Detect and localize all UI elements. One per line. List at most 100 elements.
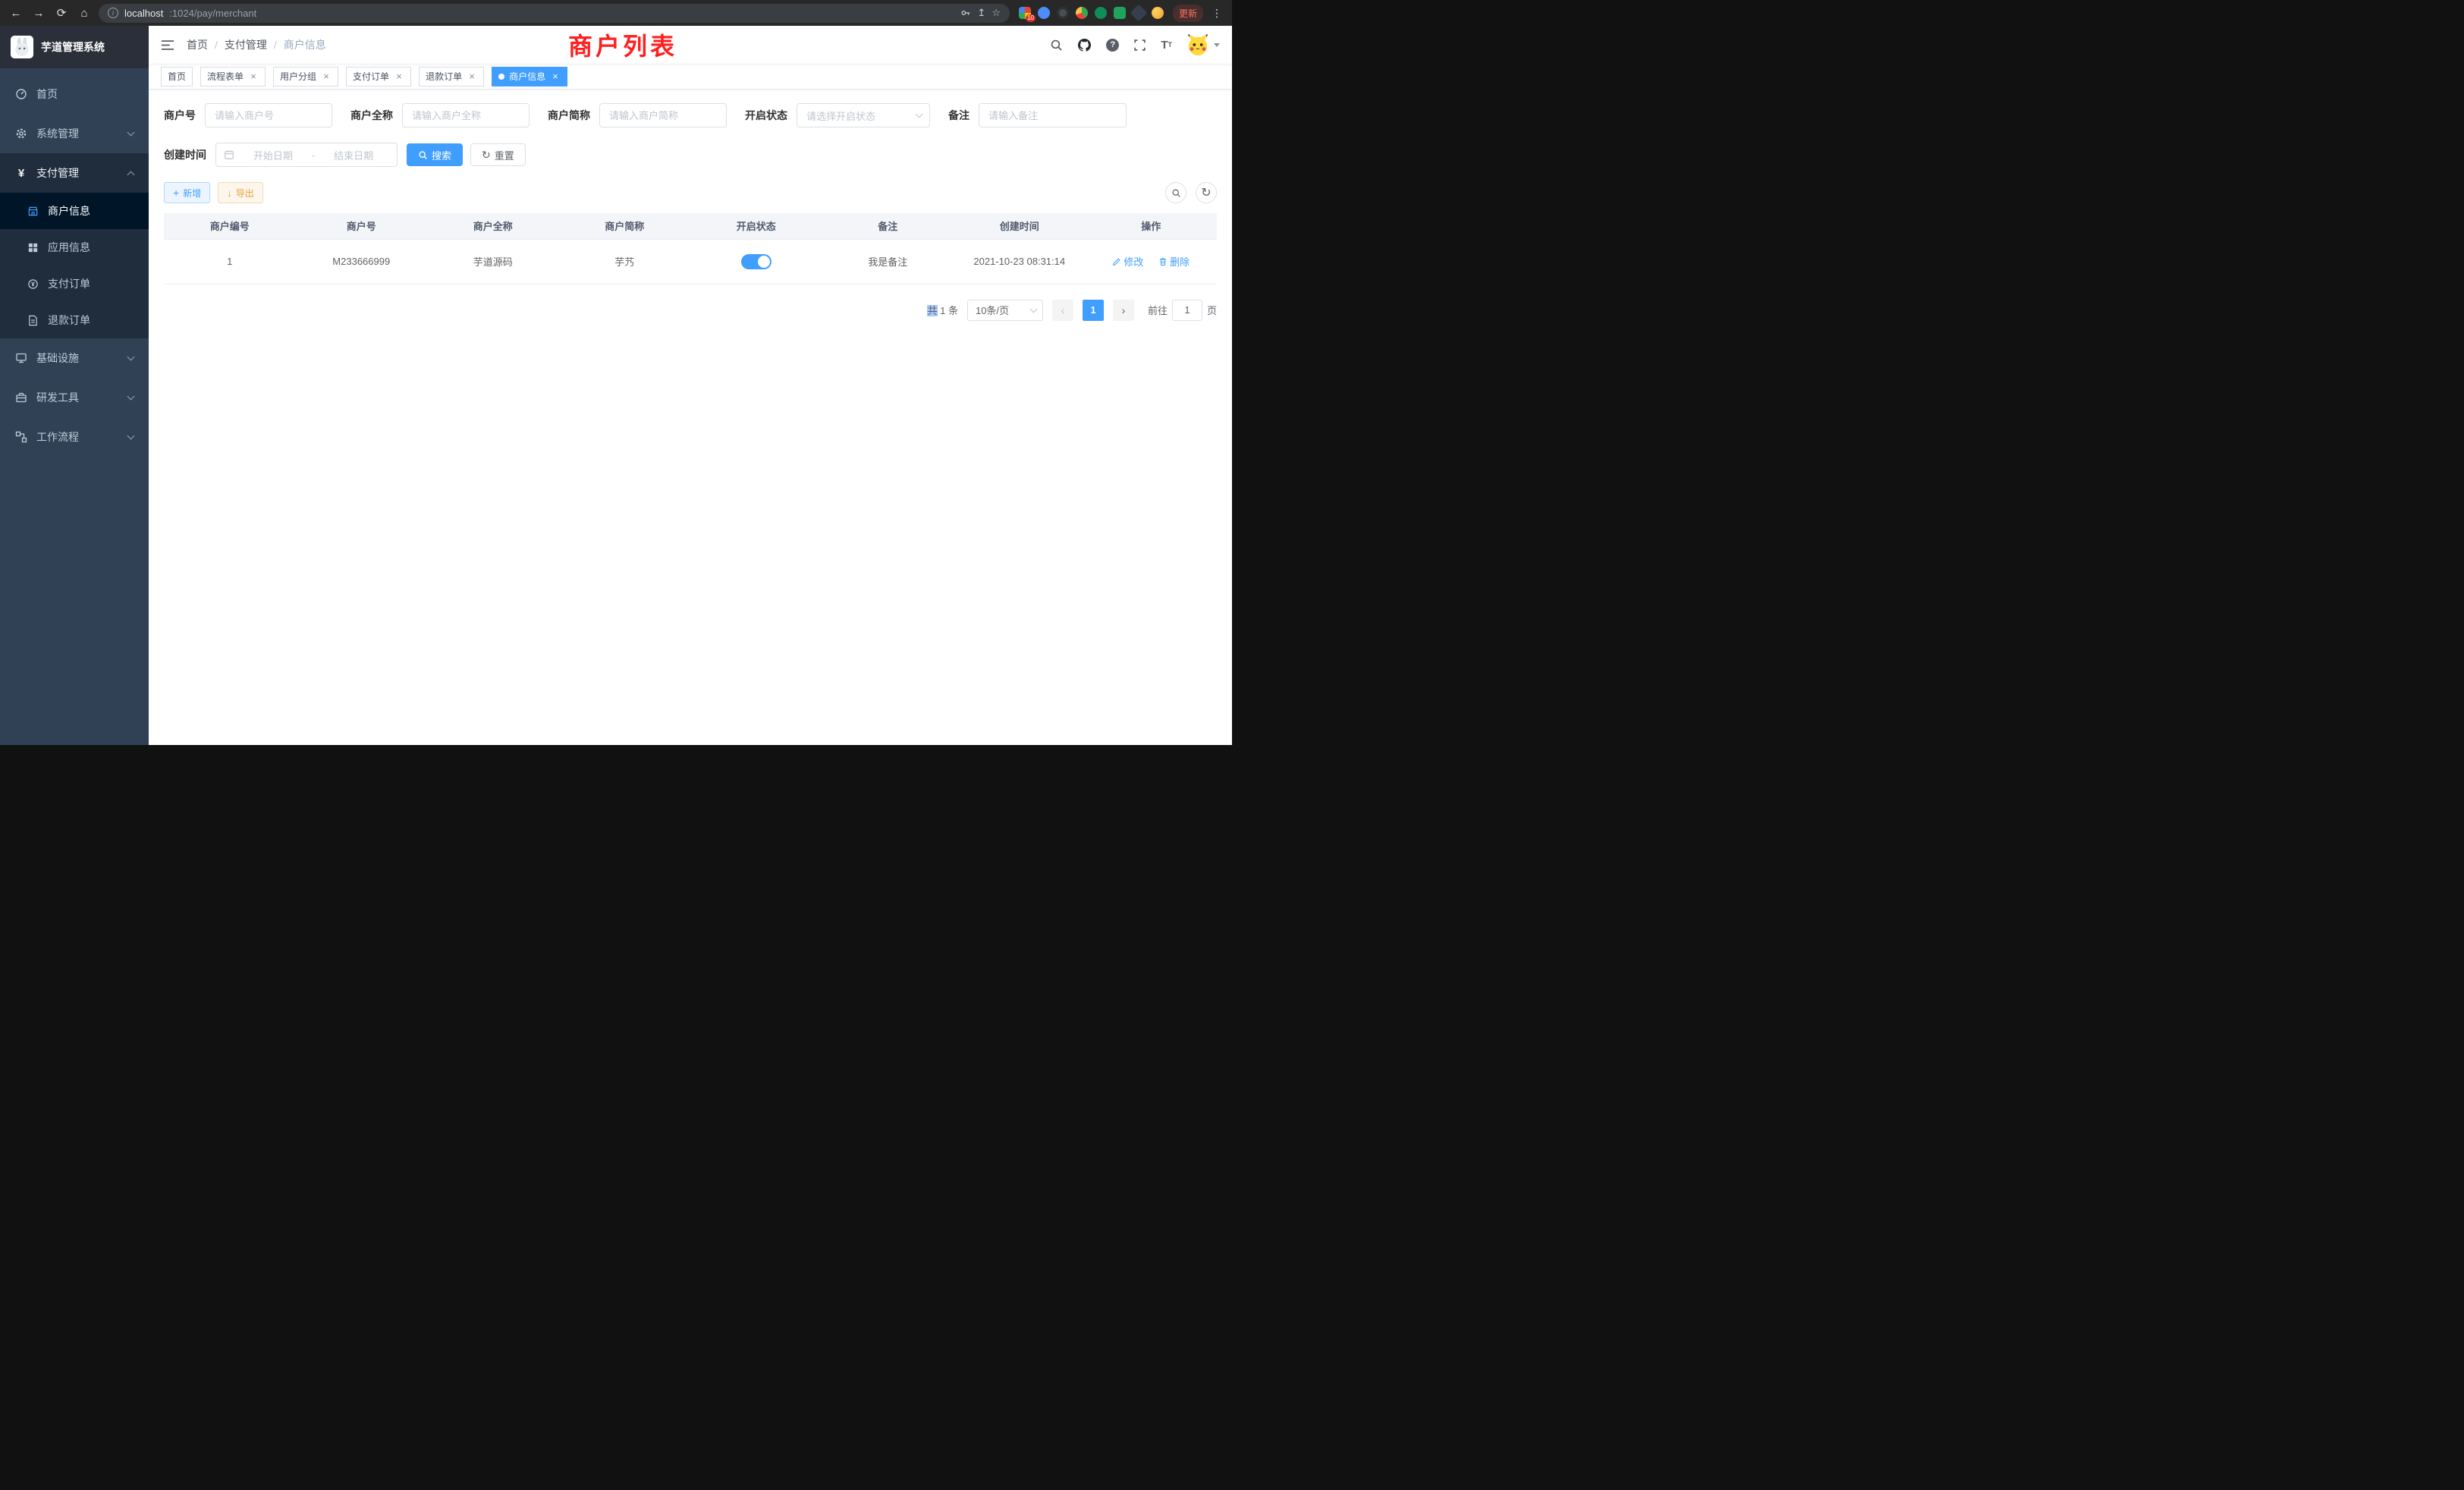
- merchant-short-name-input[interactable]: [599, 103, 727, 127]
- sidebar-item-app-info[interactable]: 应用信息: [0, 229, 149, 266]
- tab-refund-order[interactable]: 退款订单×: [419, 67, 484, 86]
- sidebar-item-home[interactable]: 首页: [0, 74, 149, 114]
- tab-pay-order[interactable]: 支付订单×: [346, 67, 411, 86]
- bookmark-star-icon[interactable]: ☆: [992, 7, 1001, 19]
- help-icon[interactable]: ?: [1106, 39, 1119, 52]
- yen-icon: ¥: [15, 167, 27, 180]
- address-bar[interactable]: i localhost :1024/pay/merchant ↥ ☆: [99, 4, 1010, 23]
- extension-icon-2[interactable]: [1038, 7, 1050, 19]
- page-number-1[interactable]: 1: [1083, 300, 1104, 321]
- sidebar-item-dev-tools[interactable]: 研发工具: [0, 378, 149, 417]
- sidebar-item-merchant-info[interactable]: 商户信息: [0, 193, 149, 229]
- status-toggle[interactable]: [741, 254, 772, 269]
- app-logo[interactable]: 芋道管理系统: [0, 26, 149, 68]
- column-header: 创建时间: [954, 213, 1086, 239]
- refresh-table-button[interactable]: ↻: [1196, 182, 1217, 203]
- close-icon[interactable]: ×: [467, 71, 477, 82]
- extension-icon-6[interactable]: [1114, 7, 1126, 19]
- table-header-row: 商户编号 商户号 商户全称 商户简称 开启状态 备注 创建时间 操作: [164, 213, 1217, 239]
- user-menu[interactable]: [1186, 33, 1220, 56]
- extension-icon-1[interactable]: 10: [1019, 7, 1031, 19]
- merchant-name-input[interactable]: [402, 103, 530, 127]
- end-date-placeholder: 结束日期: [318, 148, 389, 162]
- chevron-down-icon: [127, 393, 135, 401]
- column-header: 备注: [822, 213, 954, 239]
- chrome-update-button[interactable]: 更新: [1173, 5, 1203, 22]
- grid-icon: [27, 242, 39, 253]
- prev-page-button[interactable]: ‹: [1052, 300, 1073, 321]
- close-icon[interactable]: ×: [550, 71, 561, 82]
- next-page-button[interactable]: ›: [1113, 300, 1134, 321]
- sidebar-item-workflow[interactable]: 工作流程: [0, 417, 149, 457]
- export-button[interactable]: ↓ 导出: [218, 182, 263, 203]
- goto-page-input[interactable]: [1172, 300, 1202, 321]
- refund-doc-icon: [27, 315, 39, 326]
- close-icon[interactable]: ×: [394, 71, 404, 82]
- merchant-name-label: 商户全称: [350, 108, 393, 123]
- monitor-icon: [15, 352, 27, 364]
- extension-icon-8[interactable]: [1152, 7, 1164, 19]
- close-icon[interactable]: ×: [321, 71, 332, 82]
- password-key-icon[interactable]: [960, 8, 971, 18]
- extension-icon-7[interactable]: [1130, 5, 1148, 22]
- merchant-id-input[interactable]: [205, 103, 332, 127]
- search-button[interactable]: 搜索: [407, 143, 463, 166]
- back-icon[interactable]: ←: [8, 7, 24, 20]
- merchant-icon: [27, 206, 39, 217]
- cell-short-name: 芋艿: [559, 239, 691, 284]
- sidebar-item-pay-order[interactable]: 支付订单: [0, 266, 149, 302]
- extension-icon-4[interactable]: [1076, 7, 1088, 19]
- overflow-menu-icon[interactable]: ⋮: [1209, 7, 1224, 20]
- chevron-down-icon: [127, 129, 135, 137]
- home-icon[interactable]: ⌂: [76, 7, 93, 20]
- page-size-select[interactable]: 10条/页: [967, 300, 1043, 321]
- forward-icon[interactable]: →: [30, 7, 47, 20]
- merchant-id-label: 商户号: [164, 108, 196, 123]
- red-annotation-text: 商户列表: [568, 27, 677, 62]
- remark-label: 备注: [948, 108, 970, 123]
- remark-input[interactable]: [979, 103, 1127, 127]
- sidebar-menu: 首页 系统管理 ¥ 支付管理 商户信息: [0, 68, 149, 457]
- chevron-down-icon: [1030, 305, 1038, 313]
- extension-icon-3[interactable]: [1057, 7, 1069, 19]
- page-info-icon[interactable]: i: [108, 8, 118, 18]
- plus-icon: +: [173, 187, 179, 198]
- chevron-down-icon: [127, 354, 135, 361]
- cell-actions: 修改 删除: [1086, 239, 1218, 284]
- reset-button[interactable]: ↻ 重置: [470, 143, 526, 166]
- sidebar-item-pay[interactable]: ¥ 支付管理: [0, 153, 149, 193]
- edit-button[interactable]: 修改: [1112, 254, 1143, 269]
- sidebar-item-infrastructure[interactable]: 基础设施: [0, 338, 149, 378]
- search-icon: [418, 150, 428, 160]
- top-navbar: 首页 / 支付管理 / 商户信息 商户列表 ?: [149, 26, 1232, 64]
- fullscreen-icon[interactable]: [1133, 39, 1146, 52]
- delete-button[interactable]: 删除: [1158, 254, 1190, 269]
- sidebar-item-refund-order[interactable]: 退款订单: [0, 302, 149, 338]
- status-select[interactable]: 请选择开启状态: [797, 103, 930, 127]
- sidebar-item-label: 退款订单: [48, 313, 90, 328]
- workflow-icon: [15, 431, 27, 443]
- add-button[interactable]: + 新增: [164, 182, 210, 203]
- tab-process-form[interactable]: 流程表单×: [200, 67, 266, 86]
- close-icon[interactable]: ×: [248, 71, 259, 82]
- tab-home[interactable]: 首页: [161, 67, 193, 86]
- cell-merchant-no: M233666999: [296, 239, 428, 284]
- create-time-range-picker[interactable]: 开始日期 - 结束日期: [215, 143, 398, 167]
- browser-window: ← → ⟳ ⌂ i localhost :1024/pay/merchant ↥…: [0, 0, 1232, 745]
- column-header: 商户编号: [164, 213, 296, 239]
- extension-icon-5[interactable]: [1095, 7, 1107, 19]
- search-icon[interactable]: [1050, 39, 1063, 52]
- tab-merchant-info[interactable]: 商户信息×: [492, 67, 567, 86]
- share-icon[interactable]: ↥: [977, 7, 985, 19]
- sidebar-item-label: 研发工具: [36, 390, 79, 405]
- breadcrumb-pay[interactable]: 支付管理: [225, 37, 267, 52]
- sidebar-item-label: 系统管理: [36, 126, 79, 141]
- reload-icon[interactable]: ⟳: [53, 6, 70, 20]
- github-icon[interactable]: [1077, 38, 1092, 52]
- font-size-icon[interactable]: TT: [1161, 39, 1172, 51]
- breadcrumb-home[interactable]: 首页: [187, 37, 208, 52]
- toggle-search-button[interactable]: [1165, 182, 1186, 203]
- sidebar-item-system[interactable]: 系统管理: [0, 114, 149, 153]
- hamburger-icon[interactable]: [161, 39, 174, 51]
- tab-user-group[interactable]: 用户分组×: [273, 67, 338, 86]
